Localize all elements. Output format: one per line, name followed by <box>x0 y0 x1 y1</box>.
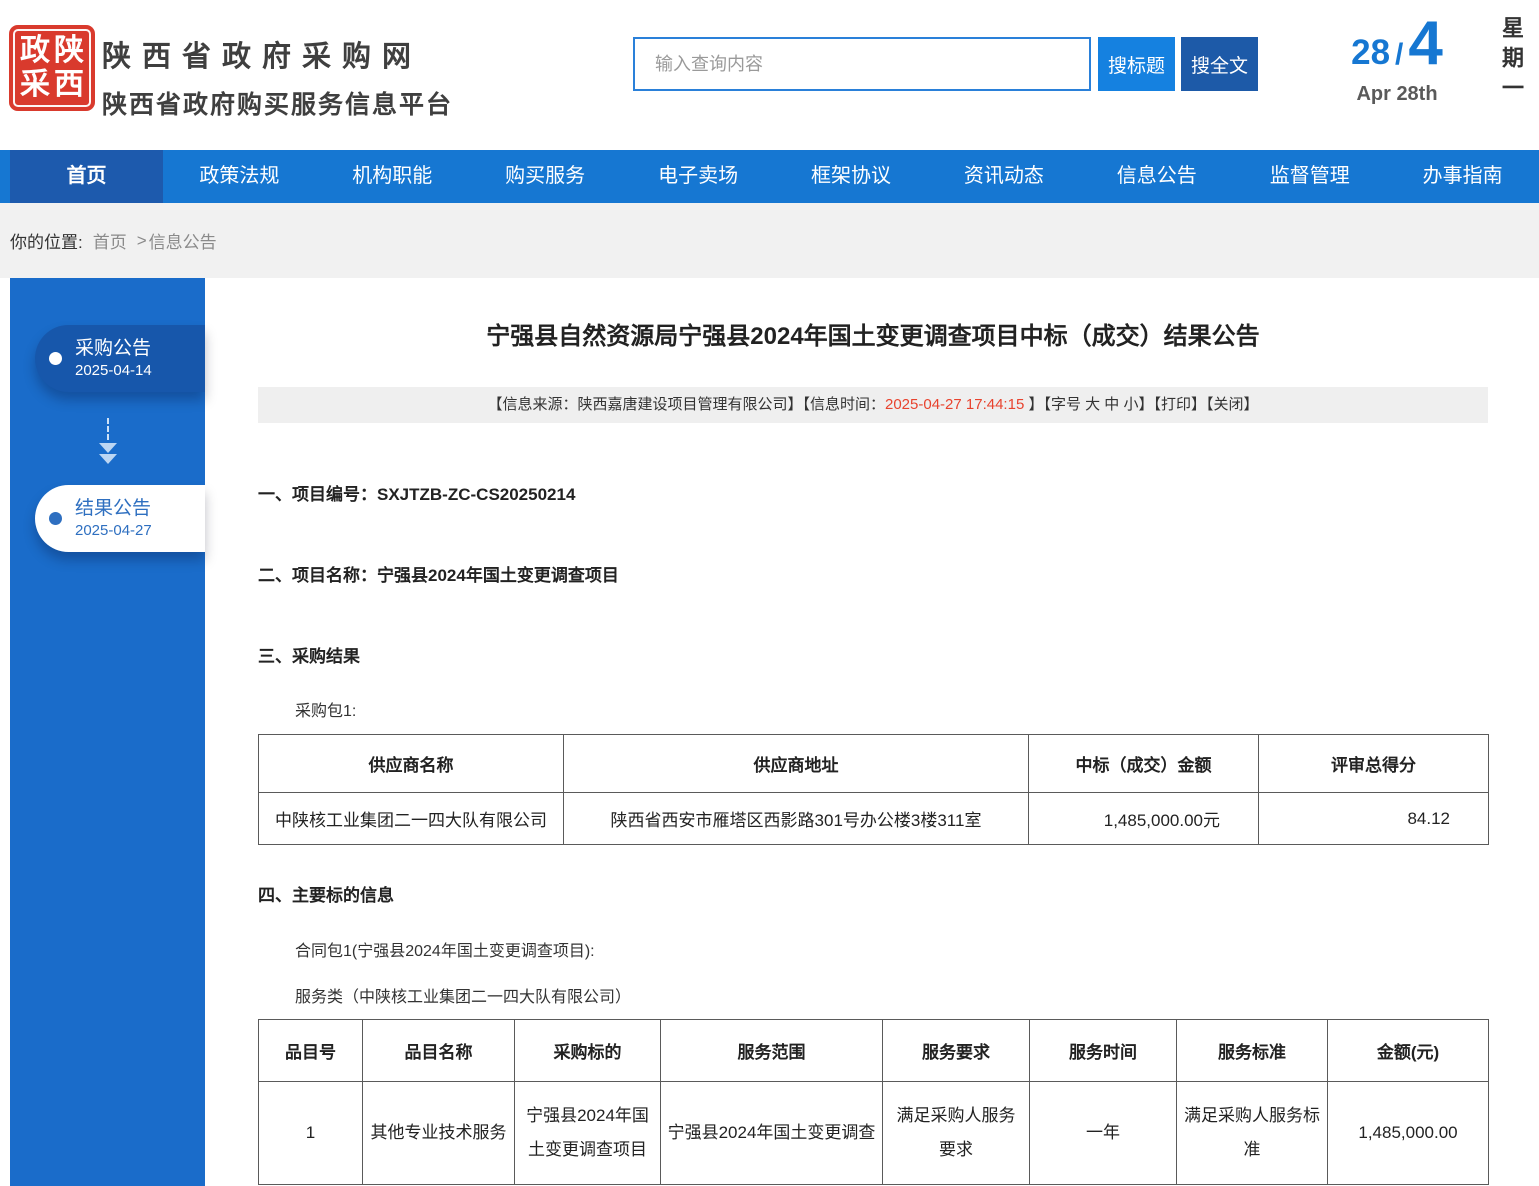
amount-cell: 1,485,000.00 <box>1328 1082 1489 1185</box>
column-header: 金额(元) <box>1328 1020 1489 1082</box>
date-day: 28 <box>1351 33 1390 73</box>
close-button[interactable]: 【关闭】 <box>1206 396 1259 413</box>
page-header: 政 陕 采 西 陕西省政府采购网 陕西省政府购买服务信息平台 搜标题 搜全文 2… <box>0 0 1539 150</box>
table-row: 中陕核工业集团二一四大队有限公司 陕西省西安市雁塔区西影路301号办公楼3楼31… <box>259 793 1489 845</box>
result-table: 供应商名称 供应商地址 中标（成交）金额 评审总得分 中陕核工业集团二一四大队有… <box>258 734 1489 845</box>
search-box: 搜标题 搜全文 <box>633 37 1258 91</box>
service-class-label: 服务类（中陕核工业集团二一四大队有限公司） <box>258 983 1488 1007</box>
procurement-subject-cell: 宁强县2024年国土变更调查项目 <box>515 1082 661 1185</box>
table-header-row: 供应商名称 供应商地址 中标（成交）金额 评审总得分 <box>259 735 1489 793</box>
print-button[interactable]: 【打印】 <box>1153 396 1206 413</box>
nav-item-supervision[interactable]: 监督管理 <box>1233 150 1386 203</box>
main-nav: 首页 政策法规 机构职能 购买服务 电子卖场 框架协议 资讯动态 信息公告 监督… <box>0 150 1539 203</box>
service-standard-cell: 满足采购人服务标准 <box>1177 1082 1328 1185</box>
site-titles: 陕西省政府采购网 陕西省政府购买服务信息平台 <box>102 33 453 121</box>
service-requirement-cell: 满足采购人服务要求 <box>883 1082 1030 1185</box>
nav-item-home[interactable]: 首页 <box>10 150 163 203</box>
sidebar-item-label: 结果公告 <box>75 496 152 522</box>
breadcrumb-separator: > <box>137 231 147 251</box>
nav-item-e-mall[interactable]: 电子卖场 <box>622 150 775 203</box>
nav-item-announcements[interactable]: 信息公告 <box>1080 150 1233 203</box>
column-header: 中标（成交）金额 <box>1029 735 1259 793</box>
section-procurement-result: 三、采购结果 <box>258 642 1488 667</box>
search-fulltext-button[interactable]: 搜全文 <box>1181 37 1258 91</box>
service-time-cell: 一年 <box>1030 1082 1177 1185</box>
column-header: 供应商地址 <box>564 735 1029 793</box>
logo-char: 采 <box>18 68 52 102</box>
nav-item-purchase-services[interactable]: 购买服务 <box>469 150 622 203</box>
service-scope-cell: 宁强县2024年国土变更调查 <box>661 1082 883 1185</box>
column-header: 供应商名称 <box>259 735 564 793</box>
logo-char: 陕 <box>52 34 86 68</box>
nav-item-framework-agreement[interactable]: 框架协议 <box>775 150 928 203</box>
column-header: 服务标准 <box>1177 1020 1328 1082</box>
info-time-suffix: 】 <box>1024 396 1043 413</box>
item-number-cell: 1 <box>259 1082 363 1185</box>
announcement-timeline-sidebar: 采购公告 2025-04-14 结果公告 2025-04-27 <box>10 278 205 1186</box>
info-time-value: 2025-04-27 17:44:15 <box>885 396 1024 413</box>
award-amount-cell: 1,485,000.00元 <box>1029 793 1259 845</box>
item-name-cell: 其他专业技术服务 <box>363 1082 515 1185</box>
sidebar-item-label: 采购公告 <box>75 336 152 362</box>
column-header: 评审总得分 <box>1259 735 1489 793</box>
section-project-number: 一、项目编号：SXJTZB-ZC-CS20250214 <box>258 480 1488 505</box>
date-english: Apr 28th <box>1332 83 1462 106</box>
review-score-cell: 84.12 <box>1259 793 1489 845</box>
info-time-prefix: 【信息时间： <box>802 396 885 413</box>
contract-package-label: 合同包1(宁强县2024年国土变更调查项目): <box>258 937 1488 961</box>
date-widget: 28 / 4 Apr 28th <box>1332 8 1462 106</box>
breadcrumb: 你的位置: 首页 > 信息公告 <box>0 203 1539 278</box>
date-slash: / <box>1395 38 1403 72</box>
search-input[interactable] <box>633 37 1091 91</box>
nav-item-policies[interactable]: 政策法规 <box>163 150 316 203</box>
column-header: 服务要求 <box>883 1020 1030 1082</box>
column-header: 采购标的 <box>515 1020 661 1082</box>
bullet-dot-icon <box>49 512 62 525</box>
site-logo[interactable]: 政 陕 采 西 <box>9 25 95 111</box>
date-month: 4 <box>1408 8 1442 79</box>
main-area: 采购公告 2025-04-14 结果公告 2025-04-27 宁强县自然资源局… <box>0 278 1539 1186</box>
nav-item-functions[interactable]: 机构职能 <box>316 150 469 203</box>
column-header: 服务范围 <box>661 1020 883 1082</box>
info-source: 【信息来源：陕西嘉唐建设项目管理有限公司】 <box>487 396 802 413</box>
section-project-name: 二、项目名称：宁强县2024年国土变更调查项目 <box>258 561 1488 586</box>
package-label: 采购包1: <box>258 697 1488 721</box>
column-header: 品目号 <box>259 1020 363 1082</box>
site-title: 陕西省政府采购网 <box>102 33 453 75</box>
subject-table: 品目号 品目名称 采购标的 服务范围 服务要求 服务时间 服务标准 金额(元) … <box>258 1019 1489 1185</box>
sidebar-item-date: 2025-04-27 <box>75 521 152 541</box>
sidebar-item-procurement-announcement[interactable]: 采购公告 2025-04-14 <box>35 325 205 392</box>
column-header: 服务时间 <box>1030 1020 1177 1082</box>
article-content: 宁强县自然资源局宁强县2024年国土变更调查项目中标（成交）结果公告 【信息来源… <box>258 278 1488 1185</box>
column-header: 品目名称 <box>363 1020 515 1082</box>
article-title: 宁强县自然资源局宁强县2024年国土变更调查项目中标（成交）结果公告 <box>258 316 1488 351</box>
nav-item-guide[interactable]: 办事指南 <box>1386 150 1539 203</box>
table-row: 1 其他专业技术服务 宁强县2024年国土变更调查项目 宁强县2024年国土变更… <box>259 1082 1489 1185</box>
font-size-controls[interactable]: 【字号 大 中 小】 <box>1043 396 1153 413</box>
supplier-name-cell: 中陕核工业集团二一四大队有限公司 <box>259 793 564 845</box>
site-subtitle: 陕西省政府购买服务信息平台 <box>102 85 453 121</box>
article-info-bar: 【信息来源：陕西嘉唐建设项目管理有限公司】【信息时间：2025-04-27 17… <box>258 387 1488 423</box>
sidebar-item-date: 2025-04-14 <box>75 361 152 381</box>
sidebar-item-result-announcement[interactable]: 结果公告 2025-04-27 <box>35 485 205 552</box>
supplier-address-cell: 陕西省西安市雁塔区西影路301号办公楼3楼311室 <box>564 793 1029 845</box>
nav-item-news[interactable]: 资讯动态 <box>927 150 1080 203</box>
breadcrumb-current-link[interactable]: 信息公告 <box>149 228 217 253</box>
search-title-button[interactable]: 搜标题 <box>1098 37 1175 91</box>
date-numbers: 28 / 4 <box>1332 8 1462 79</box>
weekday-label: 星期一 <box>1495 16 1527 126</box>
bullet-dot-icon <box>49 352 62 365</box>
logo-char: 政 <box>18 34 52 68</box>
breadcrumb-home-link[interactable]: 首页 <box>93 228 127 253</box>
timeline-down-arrow-icon <box>10 418 205 465</box>
logo-char: 西 <box>52 68 86 102</box>
table-header-row: 品目号 品目名称 采购标的 服务范围 服务要求 服务时间 服务标准 金额(元) <box>259 1020 1489 1082</box>
section-subject-info: 四、主要标的信息 <box>258 881 1488 906</box>
breadcrumb-label: 你的位置: <box>10 228 83 253</box>
